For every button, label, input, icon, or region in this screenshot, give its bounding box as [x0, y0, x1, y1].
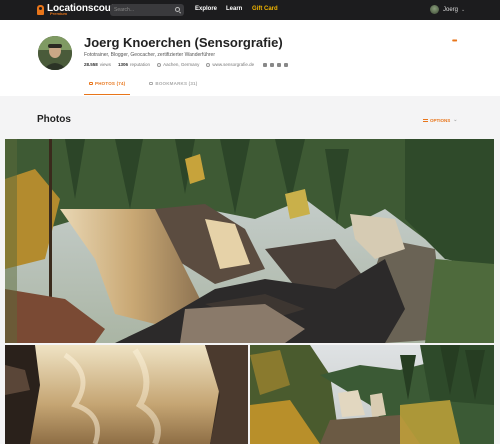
- location-stat: Aachen, Germany: [157, 62, 199, 67]
- tab-photos[interactable]: PHOTOS (74): [84, 81, 131, 95]
- facebook-icon[interactable]: [263, 62, 268, 67]
- website-stat[interactable]: www.sensorgrafie.de: [206, 62, 254, 67]
- views-label: views: [99, 62, 112, 67]
- profile-tabs: PHOTOS (74) BOOKMARKS (31): [84, 81, 216, 95]
- user-name: Joerg: [443, 6, 459, 13]
- top-navbar: Locationscout Premium Explore Learn Gift…: [0, 0, 500, 20]
- profile-avatar: [38, 36, 72, 70]
- more-options-button[interactable]: •••: [452, 38, 457, 45]
- views-stat: 28.558 views: [84, 62, 111, 67]
- logo-premium-label: Premium: [50, 11, 68, 16]
- search-input[interactable]: [114, 7, 174, 13]
- reputation-count: 1306: [118, 62, 129, 67]
- user-menu[interactable]: Joerg ⌄: [430, 5, 465, 14]
- nav-explore[interactable]: Explore: [195, 6, 217, 12]
- flickr-icon[interactable]: [277, 62, 282, 67]
- photos-section-title: Photos: [37, 114, 71, 125]
- profile-stats: 28.558 views 1306 reputation Aachen, Germa…: [84, 62, 291, 67]
- tab-bookmarks-label: BOOKMARKS (31): [155, 81, 198, 86]
- linkedin-icon[interactable]: [284, 62, 289, 67]
- options-button[interactable]: OPTIONS ⌄: [423, 117, 457, 123]
- reputation-stat: 1306 reputation: [118, 62, 150, 67]
- location-text: Aachen, Germany: [163, 62, 200, 67]
- options-label: OPTIONS: [430, 117, 451, 123]
- reputation-label: reputation: [130, 62, 151, 67]
- sliders-icon: [423, 118, 428, 122]
- photo-waterfall-panorama[interactable]: [5, 139, 494, 343]
- search-box[interactable]: [110, 4, 184, 16]
- pin-icon: [157, 62, 162, 67]
- search-icon[interactable]: [175, 7, 180, 12]
- star-icon: [149, 82, 154, 86]
- chevron-down-icon: ⌄: [453, 117, 458, 123]
- tab-bookmarks[interactable]: BOOKMARKS (31): [144, 81, 202, 95]
- globe-icon: [206, 62, 211, 67]
- instagram-icon[interactable]: [270, 62, 275, 67]
- photo-forest-gorge[interactable]: [250, 345, 494, 444]
- profile-tagline: Fototrainer, Blogger, Geocacher, zertifi…: [84, 52, 215, 58]
- profile-header: Joerg Knoerchen (Sensorgrafie) Fototrain…: [0, 20, 500, 96]
- profile-name: Joerg Knoerchen (Sensorgrafie): [84, 35, 283, 50]
- pin-logo-icon: [37, 5, 44, 15]
- tab-photos-label: PHOTOS (74): [95, 81, 126, 86]
- website-link[interactable]: www.sensorgrafie.de: [212, 62, 254, 67]
- nav-learn[interactable]: Learn: [226, 6, 242, 12]
- chevron-down-icon: ⌄: [461, 6, 466, 13]
- logo[interactable]: Locationscout: [37, 3, 114, 15]
- views-count: 28.558: [84, 62, 98, 67]
- photo-waterfall-closeup[interactable]: [5, 345, 248, 444]
- user-avatar: [430, 5, 439, 14]
- nav-gift-card[interactable]: Gift Card: [252, 6, 278, 12]
- social-links: [263, 62, 291, 67]
- eye-icon: [89, 82, 93, 86]
